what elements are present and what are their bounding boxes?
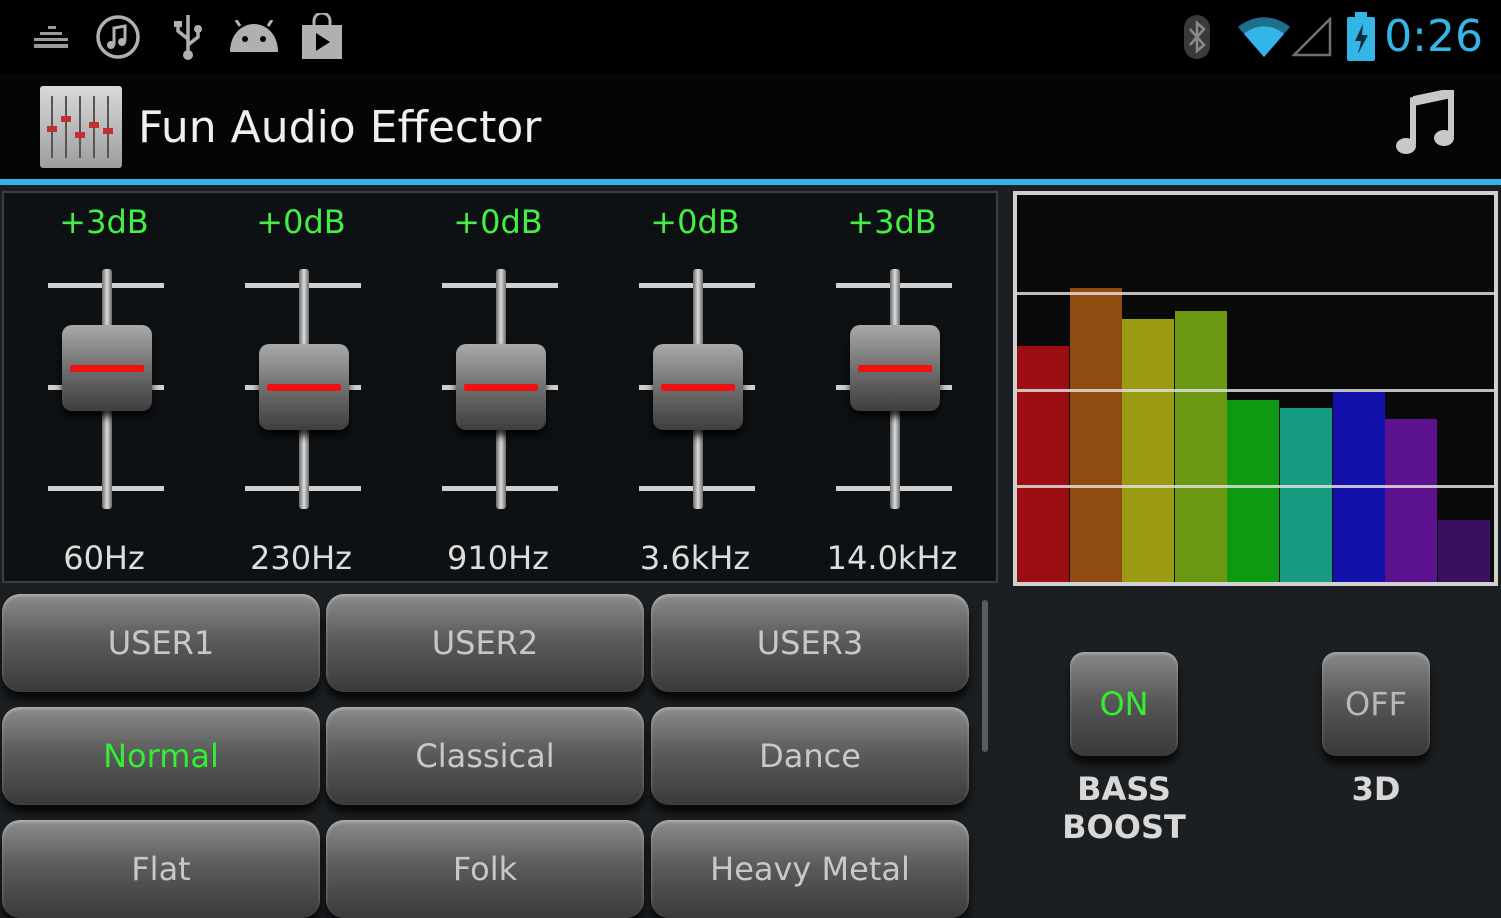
action-bar: Fun Audio Effector — [0, 74, 1501, 180]
music-icon — [94, 12, 142, 62]
preset-normal-button[interactable]: Normal — [2, 707, 320, 805]
3d-toggle[interactable]: OFF — [1322, 652, 1430, 756]
clock: 0:26 — [1384, 11, 1483, 62]
preset-label: Heavy Metal — [710, 850, 910, 888]
knob-indicator — [464, 384, 538, 391]
spectrum-bar — [1385, 419, 1438, 582]
preset-label: Classical — [415, 737, 555, 775]
slider-knob[interactable] — [653, 344, 743, 430]
bass-boost-caption: BASS BOOST — [1024, 770, 1224, 846]
band-frequency: 14.0kHz — [826, 539, 958, 577]
knob-indicator — [267, 384, 341, 391]
slider-knob[interactable] — [456, 344, 546, 430]
spectrum-bar — [1174, 311, 1227, 582]
preset-folk-button[interactable]: Folk — [326, 820, 644, 918]
eq-band-14khz: +3dB 14.0kHz — [794, 193, 990, 585]
band-gain-value: +0dB — [453, 203, 543, 241]
spectrum-bar — [1437, 520, 1490, 582]
preset-label: USER1 — [107, 624, 215, 662]
spectrum-visualizer — [1013, 191, 1498, 586]
preset-label: USER3 — [756, 624, 864, 662]
app-equalizer-icon — [40, 86, 122, 168]
spectrum-gridline — [1017, 485, 1494, 488]
bass-boost-caption-line1: BASS — [1077, 770, 1171, 808]
status-bar: 0:26 — [0, 0, 1501, 74]
eq-band-230hz: +0dB 230Hz — [203, 193, 399, 585]
preset-label: Dance — [759, 737, 861, 775]
equalizer-icon — [34, 12, 68, 62]
eq-band-3-6khz: +0dB 3.6kHz — [597, 193, 793, 585]
music-note-icon[interactable] — [1395, 88, 1455, 160]
app-title: Fun Audio Effector — [138, 102, 542, 153]
preset-label: Folk — [452, 850, 518, 888]
bass-boost-state: ON — [1099, 685, 1149, 723]
slider-knob[interactable] — [259, 344, 349, 430]
android-icon — [228, 12, 280, 62]
play-store-icon — [300, 12, 344, 62]
knob-indicator — [70, 364, 144, 372]
spectrum-gridline — [1017, 389, 1494, 392]
spectrum-bar — [1069, 288, 1122, 582]
band-frequency: 230Hz — [250, 539, 352, 577]
wifi-icon — [1236, 12, 1292, 62]
spectrum-bar — [1122, 319, 1175, 582]
band-gain-value: +3dB — [847, 203, 937, 241]
battery-charging-icon — [1344, 12, 1378, 62]
preset-user2-button[interactable]: USER2 — [326, 594, 644, 692]
preset-dance-button[interactable]: Dance — [651, 707, 969, 805]
band-gain-value: +3dB — [59, 203, 149, 241]
preset-scrollbar[interactable] — [982, 600, 988, 752]
preset-flat-button[interactable]: Flat — [2, 820, 320, 918]
action-bar-divider — [0, 179, 1501, 185]
bass-boost-toggle[interactable]: ON — [1070, 652, 1178, 756]
band-frequency: 3.6kHz — [639, 539, 751, 577]
signal-icon — [1292, 12, 1332, 62]
usb-icon — [168, 12, 208, 62]
band-frequency: 910Hz — [447, 539, 549, 577]
eq-band-910hz: +0dB 910Hz — [400, 193, 596, 585]
spectrum-gridline — [1017, 292, 1494, 295]
preset-user1-button[interactable]: USER1 — [2, 594, 320, 692]
band-frequency: 60Hz — [63, 539, 145, 577]
eq-band-60hz: +3dB 60Hz — [6, 193, 202, 585]
spectrum-bar — [1017, 346, 1069, 582]
band-gain-value: +0dB — [256, 203, 346, 241]
preset-heavy-metal-button[interactable]: Heavy Metal — [651, 820, 969, 918]
preset-label: USER2 — [431, 624, 539, 662]
preset-label: Flat — [131, 850, 191, 888]
3d-state: OFF — [1345, 685, 1407, 723]
slider-knob[interactable] — [62, 324, 152, 411]
bass-boost-caption-line2: BOOST — [1062, 808, 1186, 846]
band-gain-value: +0dB — [650, 203, 740, 241]
knob-indicator — [858, 364, 932, 372]
3d-caption: 3D — [1351, 770, 1401, 808]
preset-user3-button[interactable]: USER3 — [651, 594, 969, 692]
slider-knob[interactable] — [850, 324, 940, 411]
preset-label: Normal — [103, 737, 219, 775]
equalizer-panel: +3dB 60Hz +0dB 230Hz +0dB 910Hz +0dB 3.6… — [2, 191, 998, 583]
knob-indicator — [661, 384, 735, 391]
bluetooth-icon — [1180, 12, 1214, 62]
preset-classical-button[interactable]: Classical — [326, 707, 644, 805]
spectrum-bar — [1227, 400, 1280, 582]
spectrum-bar — [1280, 408, 1332, 582]
